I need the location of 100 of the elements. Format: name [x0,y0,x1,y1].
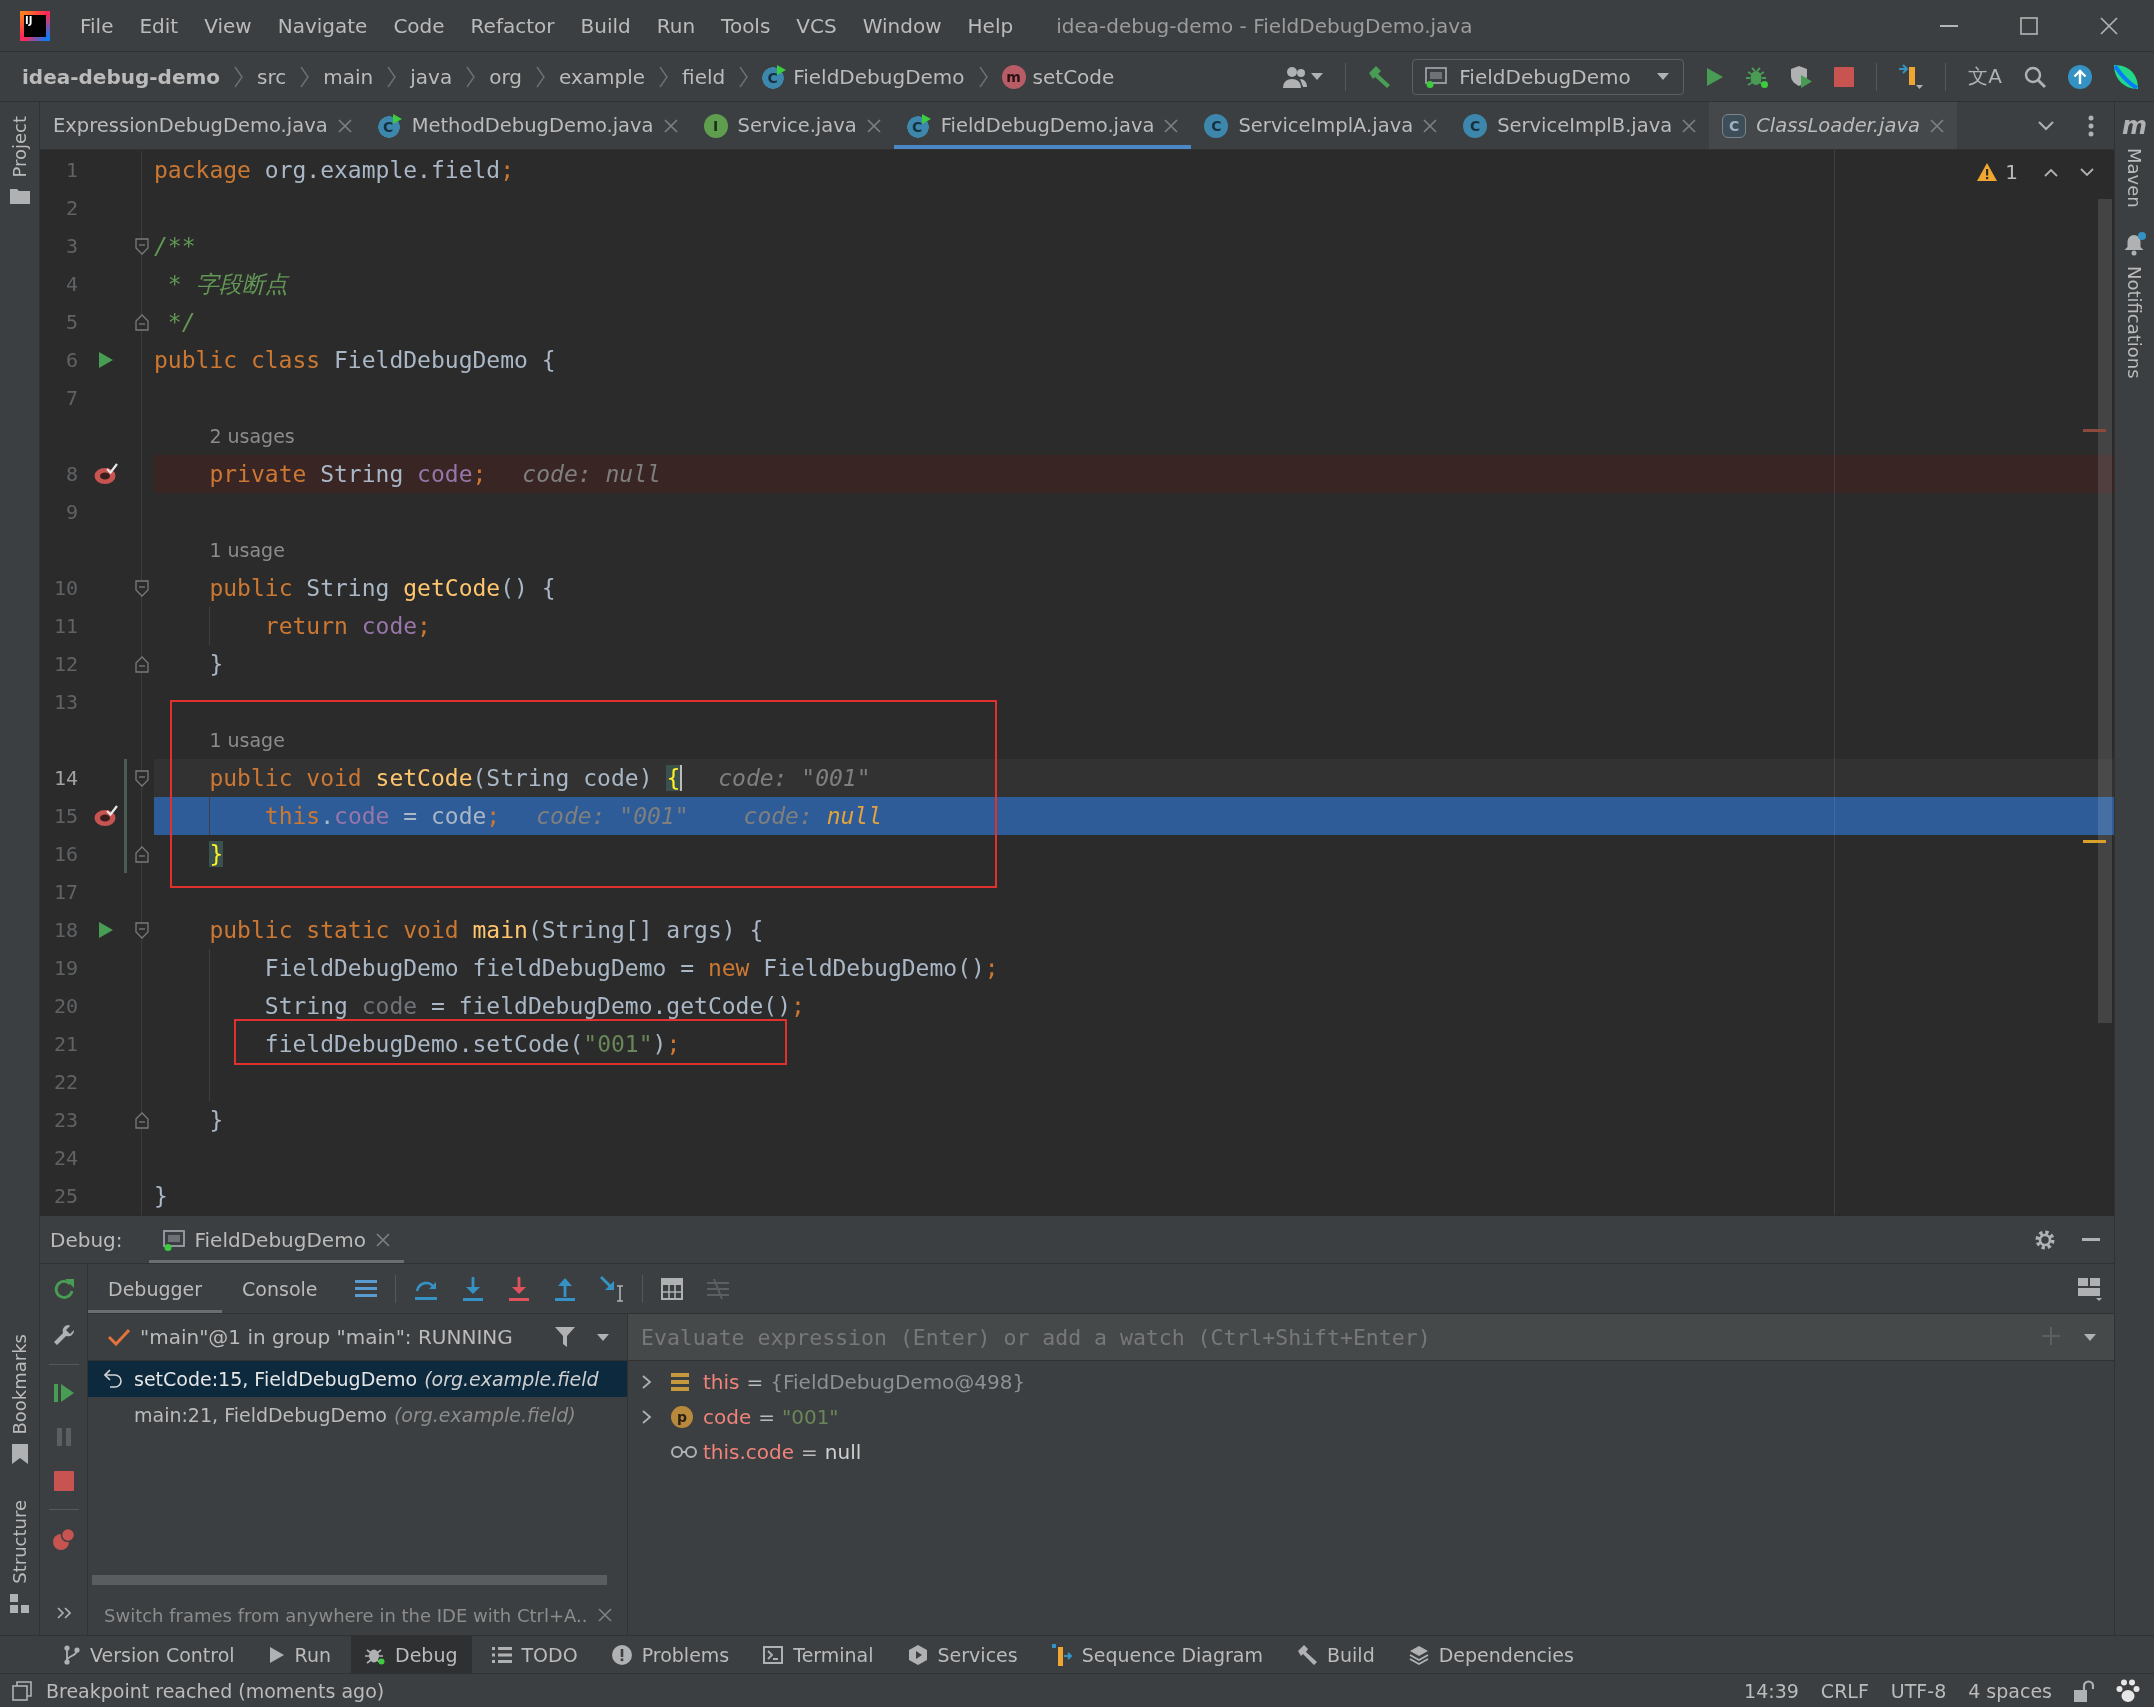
status-bar-item[interactable]: 14:39 [1744,1679,1799,1702]
caret-icon[interactable] [1311,73,1324,80]
double-chevron-icon[interactable] [56,1607,71,1619]
overlapping-circles-icon[interactable] [52,1528,75,1550]
breadcrumb[interactable]: idea-debug-demo [22,64,221,89]
fold-icon[interactable] [135,237,149,255]
editor-tab[interactable]: ExpressionDebugDemo.java [40,102,365,149]
tool-window-button[interactable]: Run [254,1636,346,1673]
debug-tab[interactable]: Console [222,1264,338,1313]
breadcrumb[interactable]: main [323,64,374,89]
tool-window-button[interactable]: Structure [9,1500,30,1613]
leaf-icon[interactable] [2114,64,2138,89]
error-stripe-marker[interactable] [2083,840,2106,843]
arrow-down-icon[interactable] [508,1276,531,1301]
thread-label[interactable]: "main"@1 in group "main": RUNNING [140,1325,513,1349]
tool-window-button[interactable]: Build [1283,1636,1389,1673]
close-icon[interactable] [337,118,352,133]
arrow-up-circle-icon[interactable] [2068,64,2092,89]
caret-icon[interactable] [597,1333,609,1341]
chevron-down-icon[interactable] [2038,120,2054,131]
wrench-icon[interactable] [52,1324,75,1346]
shield-play-icon[interactable] [1790,65,1813,88]
tool-window-button[interactable]: Dependencies [1394,1636,1588,1673]
error-stripe-marker[interactable] [2083,429,2106,432]
close-icon[interactable] [663,118,678,133]
maximize-icon[interactable] [2020,16,2038,35]
bug-icon[interactable] [1746,65,1769,88]
tool-window-button[interactable]: TODO [477,1636,592,1673]
breadcrumb[interactable]: java [410,64,453,89]
fold-icon[interactable] [135,655,149,673]
refresh-icon[interactable] [52,1278,75,1300]
breadcrumb[interactable]: m setCode [1001,64,1115,89]
stack-frame[interactable]: setCode:15, FieldDebugDemo (org.example.field [88,1361,627,1397]
editor-tab[interactable]: C ServiceImplB.java [1450,102,1710,149]
play-icon[interactable] [1706,66,1725,87]
menu-icon[interactable] [355,1280,378,1297]
breakpoint-icon[interactable] [94,463,118,485]
menu-item[interactable]: Window [849,13,955,38]
chevron-down-icon[interactable] [2080,167,2094,177]
hammer-icon[interactable] [1368,65,1391,88]
run-config-dropdown[interactable]: FieldDebugDemo [1412,58,1685,95]
chevron-up-icon[interactable] [2044,167,2058,177]
menu-item[interactable]: Build [567,13,644,38]
layout-icon[interactable] [2078,1276,2102,1301]
close-icon[interactable] [597,1608,612,1622]
filter-icon[interactable] [555,1327,575,1347]
fold-icon[interactable] [135,845,149,863]
scrollbar[interactable] [2098,199,2112,1023]
menu-item[interactable]: VCS [783,13,850,38]
warning-icon[interactable] [1977,163,1998,181]
squares-icon[interactable] [12,1680,32,1701]
settings-icon[interactable] [2034,1228,2056,1251]
translate-button[interactable]: 文A [1968,63,2002,90]
tool-window-button[interactable]: Debug [351,1636,472,1673]
tool-window-button[interactable]: Sequence Diagram [1037,1636,1277,1673]
status-bar-item[interactable]: UTF-8 [1890,1679,1947,1702]
close-icon[interactable] [375,1232,390,1247]
menu-item[interactable]: Edit [126,13,192,38]
usage-hint[interactable]: 1 usage [209,729,285,751]
usage-hint[interactable]: 1 usage [209,539,285,561]
minimize-icon[interactable] [1940,24,1958,27]
tool-window-button[interactable]: Bookmarks [9,1333,30,1465]
tool-window-button[interactable]: Version Control [50,1636,249,1673]
calculator-icon[interactable] [661,1277,684,1300]
arrow-bar-icon[interactable] [1899,63,1924,90]
menu-item[interactable]: Refactor [457,13,568,38]
tool-window-button[interactable]: Terminal [749,1636,888,1673]
editor-tab[interactable]: C MethodDebugDemo.java [364,102,691,149]
breadcrumb[interactable]: example [558,64,646,89]
close-icon[interactable] [1682,118,1697,133]
tool-window-button[interactable]: m Maven [2122,114,2147,208]
close-icon[interactable] [866,118,881,133]
lock-icon[interactable] [2074,1679,2094,1702]
paw-icon[interactable] [2116,1678,2140,1703]
stop-icon[interactable] [1834,66,1855,87]
play-icon[interactable] [98,921,114,939]
editor-tab[interactable]: I Service.java [690,102,894,149]
status-bar-item[interactable]: CRLF [1820,1679,1869,1702]
stop-icon[interactable] [53,1471,74,1491]
more-icon[interactable] [2088,114,2094,137]
debug-tab[interactable]: Debugger [88,1264,223,1313]
chevron-right-icon[interactable] [642,1409,652,1424]
caret-icon[interactable] [2084,1333,2096,1341]
stack-frame[interactable]: main:21, FieldDebugDemo (org.example.field) [88,1397,627,1433]
close-icon[interactable] [1423,118,1438,133]
tool-window-button[interactable]: Project [9,116,30,204]
close-icon[interactable] [1164,118,1179,133]
menu-item[interactable]: Navigate [264,13,381,38]
diagonal-arrow-icon[interactable] [600,1275,625,1302]
breadcrumb[interactable]: C FieldDebugDemo [762,64,965,89]
fold-icon[interactable] [135,1111,149,1129]
menu-item[interactable]: Help [954,13,1027,38]
menu-item[interactable]: View [191,13,265,38]
menu-item[interactable]: Tools [708,13,784,38]
breadcrumb[interactable]: src [257,64,287,89]
session-tab[interactable]: FieldDebugDemo [148,1216,404,1263]
menu-item[interactable]: Run [643,13,709,38]
editor-tab[interactable]: C ServiceImplA.java [1191,102,1451,149]
breadcrumb[interactable]: org [489,64,522,89]
close-icon[interactable] [2100,16,2118,35]
